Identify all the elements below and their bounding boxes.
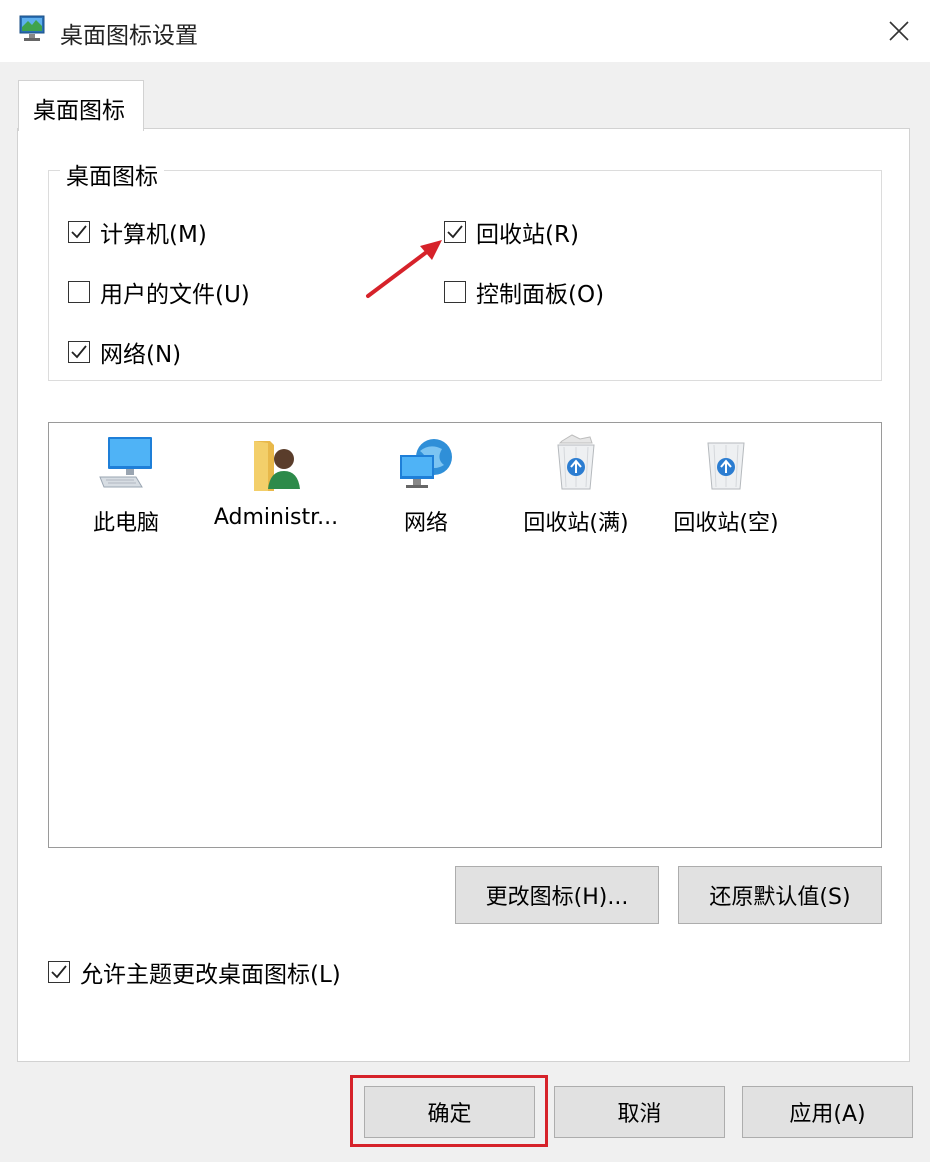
- icon-item-this-pc[interactable]: 此电脑: [56, 433, 196, 537]
- checkbox-box[interactable]: [68, 341, 90, 363]
- title-bar: 桌面图标设置: [0, 0, 930, 62]
- icon-label: Administr...: [213, 505, 339, 530]
- icon-item-network[interactable]: 网络: [356, 433, 496, 537]
- checkbox-network[interactable]: 网络(N): [68, 335, 181, 369]
- checkmark-icon: [51, 965, 67, 979]
- icon-label: 此电脑: [92, 511, 159, 536]
- checkmark-icon: [71, 345, 87, 359]
- network-icon: [396, 433, 456, 493]
- icon-item-user-folder[interactable]: Administr...: [206, 433, 346, 530]
- close-button[interactable]: [868, 0, 930, 62]
- checkbox-computer[interactable]: 计算机(M): [68, 215, 207, 249]
- change-icon-button[interactable]: 更改图标(H)...: [455, 866, 659, 924]
- window-title: 桌面图标设置: [60, 23, 198, 49]
- checkbox-control-panel[interactable]: 控制面板(O): [444, 275, 604, 309]
- icon-label: 网络: [403, 511, 448, 536]
- checkbox-box[interactable]: [48, 961, 70, 983]
- icon-label: 回收站(满): [523, 511, 629, 536]
- checkbox-recycle-bin[interactable]: 回收站(R): [444, 215, 579, 249]
- checkmark-icon: [71, 225, 87, 239]
- checkbox-box[interactable]: [68, 281, 90, 303]
- checkmark-icon: [447, 225, 463, 239]
- checkbox-allow-themes[interactable]: 允许主题更改桌面图标(L): [48, 955, 341, 989]
- checkbox-label: 网络(N): [100, 342, 182, 368]
- checkbox-label: 允许主题更改桌面图标(L): [80, 962, 341, 988]
- checkbox-user-files[interactable]: 用户的文件(U): [68, 275, 250, 309]
- checkbox-label: 控制面板(O): [476, 282, 605, 308]
- ok-button[interactable]: 确定: [364, 1086, 535, 1138]
- close-icon: [889, 21, 909, 41]
- tab-desktop-icons[interactable]: 桌面图标: [18, 80, 144, 131]
- icon-item-recycle-bin-full[interactable]: 回收站(满): [506, 433, 646, 537]
- group-title: 桌面图标: [60, 157, 164, 191]
- tab-label: 桌面图标: [33, 98, 125, 124]
- icon-list[interactable]: 此电脑 Administr... 网络 回收站(满) 回收站(空): [48, 422, 882, 848]
- apply-button[interactable]: 应用(A): [742, 1086, 913, 1138]
- computer-icon: [96, 433, 156, 493]
- checkbox-box[interactable]: [68, 221, 90, 243]
- icon-label: 回收站(空): [673, 511, 779, 536]
- checkbox-label: 回收站(R): [476, 222, 579, 248]
- annotation-arrow-icon: [366, 240, 442, 298]
- icon-item-recycle-bin-empty[interactable]: 回收站(空): [656, 433, 796, 537]
- user-folder-icon: [246, 433, 306, 493]
- restore-default-button[interactable]: 还原默认值(S): [678, 866, 882, 924]
- checkbox-label: 用户的文件(U): [100, 282, 250, 308]
- recycle-bin-empty-icon: [696, 433, 756, 493]
- recycle-bin-full-icon: [546, 433, 606, 493]
- checkbox-label: 计算机(M): [100, 222, 207, 248]
- desktop-settings-icon: [18, 14, 46, 44]
- cancel-button[interactable]: 取消: [554, 1086, 725, 1138]
